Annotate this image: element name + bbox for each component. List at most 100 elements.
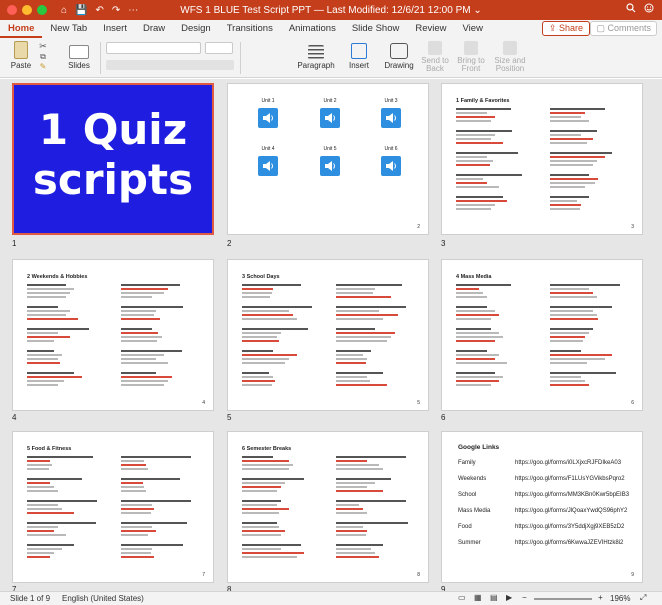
reading-view-icon[interactable]: ▤ [490, 593, 498, 602]
unit-audio: Unit 1 [248, 98, 288, 128]
paragraph-button[interactable]: Paragraph [296, 41, 336, 70]
link-url[interactable]: https://goo.gl/forms/3Y5ddjXgj9XEB5zD2 [515, 524, 624, 530]
comments-label: Comments [607, 23, 651, 33]
unit-audio: Unit 2 [310, 98, 350, 128]
fit-window-icon[interactable]: ⤢ [640, 593, 646, 603]
drawing-button[interactable]: Drawing [384, 41, 414, 70]
zoom-window-button[interactable] [37, 5, 47, 15]
clipboard-icon [14, 41, 28, 59]
zoom-slider[interactable] [534, 598, 592, 600]
link-label: Summer [458, 540, 481, 546]
normal-view-icon[interactable]: ▭ [458, 593, 466, 602]
language-indicator[interactable]: English (United States) [62, 594, 144, 603]
tab-view[interactable]: View [455, 20, 491, 38]
speaker-icon[interactable] [381, 108, 401, 128]
share-button[interactable]: ⇪ Share [541, 21, 590, 36]
tab-review[interactable]: Review [407, 20, 454, 38]
ribbon-separator [100, 42, 101, 74]
undo-icon[interactable]: ↶ [96, 5, 104, 16]
slide-sorter-icon[interactable]: ▦ [474, 593, 482, 602]
font-name-input[interactable] [106, 42, 201, 54]
slide-number: 2 [227, 239, 232, 248]
tab-new-tab[interactable]: New Tab [42, 20, 95, 38]
question-text-block [336, 284, 414, 388]
smiley-icon[interactable] [644, 3, 654, 16]
question-text-block [456, 108, 534, 212]
link-row: Summer https://goo.gl/forms/6KwwaJZEVIHt… [458, 540, 633, 546]
insert-button[interactable]: Insert [346, 41, 372, 70]
minimize-window-button[interactable] [22, 5, 32, 15]
home-icon[interactable]: ⌂ [61, 5, 67, 16]
bring-to-front-icon [464, 41, 478, 55]
zoom-level[interactable]: 196% [610, 594, 630, 603]
slide-thumbnail-9[interactable]: Google Links Family https://goo.gl/forms… [441, 431, 643, 583]
zoom-in-icon[interactable]: + [598, 593, 603, 602]
slide-count: Slide 1 of 9 [10, 594, 51, 603]
comments-button[interactable]: ▢ Comments [590, 21, 657, 36]
paragraph-icon [308, 45, 324, 59]
status-bar: Slide 1 of 9 English (United States) ▭ ▦… [0, 591, 662, 605]
inner-slide-number: 5 [417, 400, 420, 406]
format-painter-icon[interactable]: ✎ [36, 62, 50, 71]
speaker-icon[interactable] [258, 108, 278, 128]
tab-transitions[interactable]: Transitions [219, 20, 281, 38]
save-icon[interactable]: 💾 [75, 5, 87, 16]
link-label: Weekends [458, 476, 487, 482]
zoom-out-icon[interactable]: − [522, 593, 527, 602]
question-text-block [27, 456, 105, 560]
inner-slide-number: 3 [631, 224, 634, 230]
unit-label: Unit 6 [384, 146, 398, 152]
slide-thumbnail-5[interactable]: 3 School Days 5 [227, 259, 429, 411]
tab-animations[interactable]: Animations [281, 20, 344, 38]
size-position-button[interactable]: Size and Position [493, 41, 527, 73]
search-icon[interactable] [626, 3, 636, 16]
bring-to-front-button[interactable]: Bring to Front [456, 41, 486, 73]
format-buttons-placeholder[interactable] [106, 60, 234, 70]
font-size-input[interactable] [205, 42, 233, 54]
link-row: Mass Media https://goo.gl/forms/JlQoaxYw… [458, 508, 633, 514]
size-position-label: Size and Position [494, 56, 526, 73]
link-url[interactable]: https://goo.gl/forms/JlQoaxYwdQS96phY2 [515, 508, 627, 514]
slide-number: 1 [12, 239, 17, 248]
speaker-icon[interactable] [320, 156, 340, 176]
slide-thumbnail-1[interactable]: 1 Quiz scripts [12, 83, 214, 235]
send-to-back-button[interactable]: Send to Back [420, 41, 450, 73]
chevron-down-icon[interactable]: ⌄ [473, 5, 481, 16]
unit-audio: Unit 6 [371, 146, 411, 176]
slide-title: 2 Weekends & Hobbies [27, 274, 88, 280]
slide-thumbnail-2[interactable]: Unit 1 Unit 2 Unit 3 Unit 4 Unit 5 Unit … [227, 83, 429, 235]
last-modified: — Last Modified: 12/6/21 12:00 PM [313, 4, 471, 16]
link-url[interactable]: https://goo.gl/forms/MM3KBn0Kwr5bpEIB3 [515, 492, 629, 498]
link-label: Family [458, 460, 476, 466]
redo-icon[interactable]: ↷ [112, 5, 120, 16]
link-label: Mass Media [458, 508, 491, 514]
tab-slide-show[interactable]: Slide Show [344, 20, 408, 38]
unit-audio: Unit 4 [248, 146, 288, 176]
inner-slide-number: 2 [417, 224, 420, 230]
tab-insert[interactable]: Insert [95, 20, 135, 38]
close-window-button[interactable] [7, 5, 17, 15]
slide-title: 1 Quiz scripts [32, 105, 194, 204]
tab-design[interactable]: Design [173, 20, 219, 38]
more-icon[interactable]: ⋯ [128, 5, 138, 16]
scissors-icon[interactable]: ✂ [36, 41, 50, 52]
slide-thumbnail-8[interactable]: 6 Semester Breaks 8 [227, 431, 429, 583]
question-text-block [121, 284, 199, 388]
copy-icon[interactable]: ⧉ [36, 52, 50, 62]
tab-home[interactable]: Home [0, 20, 43, 38]
speaker-icon[interactable] [381, 156, 401, 176]
paste-button[interactable]: Paste [8, 41, 34, 70]
slide-thumbnail-3[interactable]: 1 Family & Favorites 3 [441, 83, 643, 235]
speaker-icon[interactable] [320, 108, 340, 128]
link-url[interactable]: https://goo.gl/forms/6KwwaJZEVIHtzk8i2 [515, 540, 623, 546]
tab-draw[interactable]: Draw [135, 20, 173, 38]
slideshow-icon[interactable]: ▶ [506, 593, 512, 602]
slide-thumbnail-6[interactable]: 4 Mass Media 6 [441, 259, 643, 411]
slide-thumbnail-7[interactable]: 5 Food & Fitness 7 [12, 431, 214, 583]
slide-thumbnail-4[interactable]: 2 Weekends & Hobbies 4 [12, 259, 214, 411]
link-url[interactable]: https://goo.gl/forms/i0LXjxcRJFDIkeA03 [515, 460, 621, 466]
link-url[interactable]: https://goo.gl/forms/F1LUsYGVikbsPqro2 [515, 476, 625, 482]
slide-title: 3 School Days [242, 274, 280, 280]
slides-button[interactable]: Slides [64, 41, 94, 70]
speaker-icon[interactable] [258, 156, 278, 176]
